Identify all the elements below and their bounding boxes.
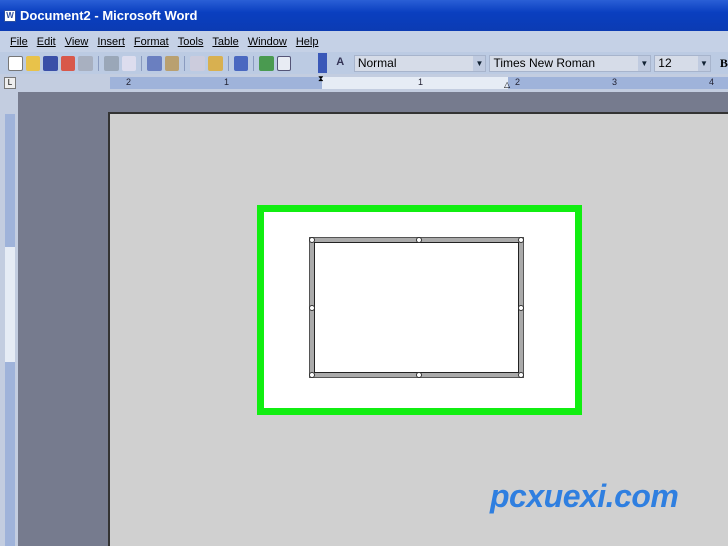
horizontal-ruler[interactable]: L 2 1 1 2 3 4 ⧗ △ xyxy=(0,74,728,92)
menu-format[interactable]: Format xyxy=(134,36,169,48)
separator xyxy=(141,55,143,71)
watermark: pcxuexi.com xyxy=(490,478,679,514)
save-icon[interactable] xyxy=(43,55,58,71)
ruler-label: 3 xyxy=(612,77,618,87)
chevron-down-icon[interactable]: ▼ xyxy=(697,55,710,71)
title-bar: W Document2 - Microsoft Word xyxy=(0,0,728,31)
ruler-label: 1 xyxy=(224,77,230,87)
menu-edit[interactable]: Edit xyxy=(37,36,56,48)
menu-tools[interactable]: Tools xyxy=(178,36,204,48)
resize-handle[interactable] xyxy=(518,372,524,378)
chevron-down-icon[interactable]: ▼ xyxy=(473,55,486,71)
menu-help[interactable]: Help xyxy=(296,36,319,48)
email-icon[interactable] xyxy=(78,55,94,71)
font-value: Times New Roman xyxy=(493,56,596,70)
vertical-ruler[interactable] xyxy=(0,92,18,546)
resize-handle[interactable] xyxy=(416,237,422,243)
resize-handle[interactable] xyxy=(416,372,422,378)
ruler-label: 2 xyxy=(515,77,521,87)
hyperlink-icon[interactable] xyxy=(259,55,274,71)
separator xyxy=(253,55,255,71)
resize-handle[interactable] xyxy=(309,305,315,311)
resize-handle[interactable] xyxy=(309,237,315,243)
toolbar-options-icon[interactable] xyxy=(318,53,328,73)
style-select[interactable]: Normal ▼ xyxy=(353,54,487,72)
table-icon[interactable] xyxy=(276,55,292,71)
paste-icon[interactable] xyxy=(208,55,223,71)
size-value: 12 xyxy=(658,56,672,70)
size-select[interactable]: 12 ▼ xyxy=(654,54,711,72)
menu-insert[interactable]: Insert xyxy=(97,36,125,48)
ruler-label: 4 xyxy=(709,77,715,87)
toolbar: A Normal ▼ Times New Roman ▼ 12 ▼ B xyxy=(0,52,728,74)
copy-icon[interactable] xyxy=(190,55,206,71)
window-title: Document2 - Microsoft Word xyxy=(20,8,198,23)
new-icon[interactable] xyxy=(8,55,23,71)
print-icon[interactable] xyxy=(104,55,119,71)
menu-bar: File Edit View Insert Format Tools Table… xyxy=(0,31,728,52)
text-box-content[interactable] xyxy=(314,242,519,373)
ruler-label: 2 xyxy=(126,77,132,87)
menu-view[interactable]: View xyxy=(65,36,89,48)
spelling-icon[interactable] xyxy=(147,55,162,71)
separator xyxy=(227,55,229,71)
undo-icon[interactable] xyxy=(233,55,249,71)
menu-table[interactable]: Table xyxy=(212,36,238,48)
bold-button[interactable]: B xyxy=(720,56,728,71)
text-box[interactable] xyxy=(309,237,524,378)
separator xyxy=(184,55,186,71)
separator xyxy=(98,55,100,71)
permission-icon[interactable] xyxy=(60,55,76,71)
font-select[interactable]: Times New Roman ▼ xyxy=(489,54,652,72)
ruler-text-area xyxy=(5,247,15,362)
ruler-label: 1 xyxy=(418,77,424,87)
right-indent-icon[interactable]: △ xyxy=(504,80,510,89)
word-icon: W xyxy=(4,9,16,22)
resize-handle[interactable] xyxy=(518,305,524,311)
styles-icon[interactable]: A xyxy=(336,56,351,71)
ruler-text-area xyxy=(322,77,508,89)
resize-handle[interactable] xyxy=(518,237,524,243)
chevron-down-icon[interactable]: ▼ xyxy=(638,55,651,71)
resize-handle[interactable] xyxy=(309,372,315,378)
indent-marker-icon[interactable]: ⧗ xyxy=(318,74,324,84)
menu-window[interactable]: Window xyxy=(248,36,287,48)
tab-selector[interactable]: L xyxy=(4,77,16,89)
open-icon[interactable] xyxy=(25,55,41,71)
research-icon[interactable] xyxy=(164,55,180,71)
style-value: Normal xyxy=(357,56,397,70)
menu-file[interactable]: File xyxy=(10,36,28,48)
print-preview-icon[interactable] xyxy=(121,55,137,71)
